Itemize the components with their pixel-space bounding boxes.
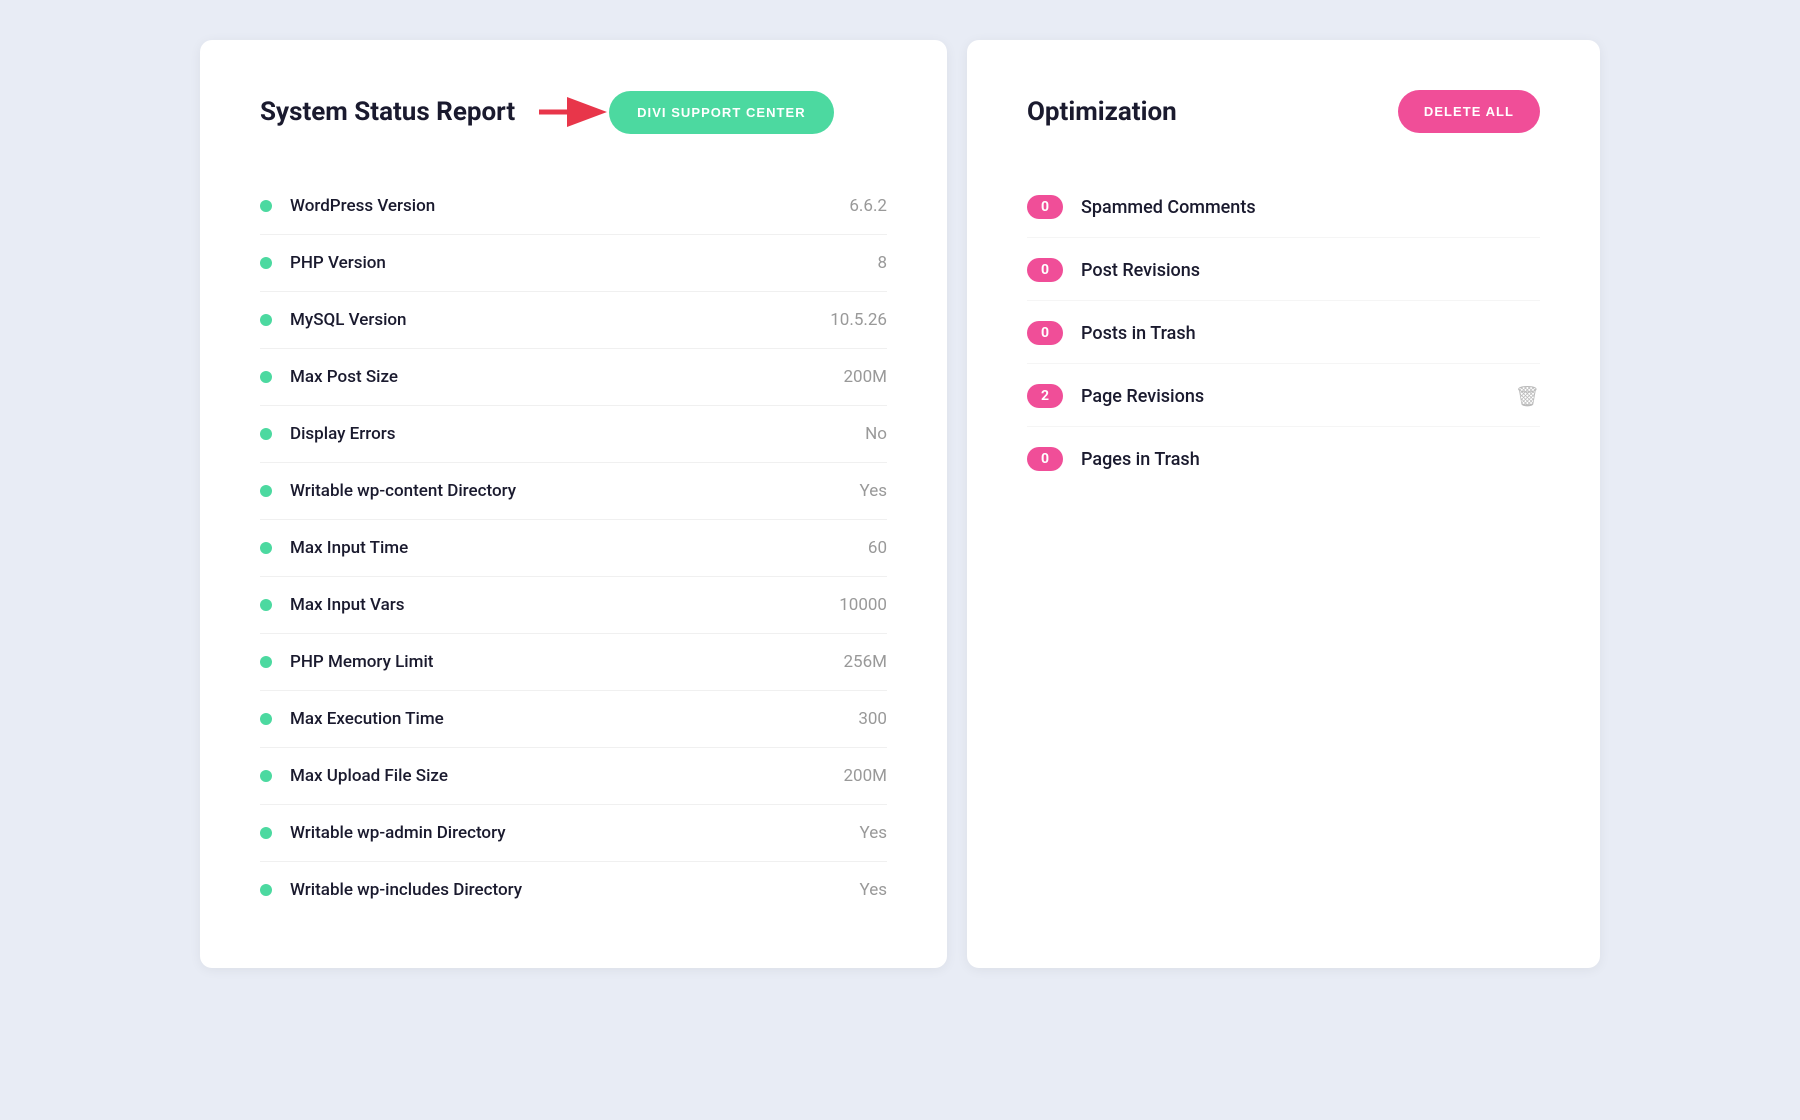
status-dot [260,713,272,725]
system-item-value: 256M [843,652,887,672]
system-item-label: Max Post Size [290,367,398,387]
system-item-value: Yes [860,823,887,843]
list-left: Max Execution Time [260,709,444,729]
status-dot [260,485,272,497]
status-dot [260,827,272,839]
system-list-item: Max Upload File Size 200M [260,748,887,805]
list-left: PHP Memory Limit [260,652,433,672]
opt-item-label: Post Revisions [1081,260,1540,281]
status-dot [260,542,272,554]
status-dot [260,428,272,440]
system-status-list: WordPress Version 6.6.2 PHP Version 8 My… [260,178,887,918]
list-left: Writable wp-includes Directory [260,880,522,900]
system-list-item: Max Input Vars 10000 [260,577,887,634]
system-list-item: PHP Memory Limit 256M [260,634,887,691]
trash-icon[interactable]: 🗑 [1515,384,1540,408]
status-dot [260,656,272,668]
status-dot [260,314,272,326]
list-left: MySQL Version [260,310,407,330]
opt-list-item: 0 Posts in Trash [1027,303,1540,364]
opt-list-item: 0 Spammed Comments [1027,177,1540,238]
system-item-label: WordPress Version [290,196,435,216]
list-left: Writable wp-admin Directory [260,823,506,843]
system-list-item: WordPress Version 6.6.2 [260,178,887,235]
list-left: Max Input Time [260,538,408,558]
system-list-item: Max Input Time 60 [260,520,887,577]
system-list-item: Writable wp-admin Directory Yes [260,805,887,862]
system-item-value: Yes [860,481,887,501]
system-list-item: Max Execution Time 300 [260,691,887,748]
list-left: WordPress Version [260,196,435,216]
opt-item-label: Page Revisions [1081,386,1497,407]
system-item-label: PHP Version [290,253,386,273]
optimization-list: 0 Spammed Comments 0 Post Revisions 0 Po… [1027,177,1540,489]
system-item-label: Display Errors [290,424,395,444]
list-left: PHP Version [260,253,386,273]
arrow-icon [539,90,609,134]
left-header: System Status Report DIVI SUPPORT CENTER [260,90,887,134]
list-left: Max Post Size [260,367,398,387]
opt-count-badge: 0 [1027,321,1063,345]
status-dot [260,770,272,782]
opt-list-item: 2 Page Revisions 🗑 [1027,366,1540,427]
system-item-value: 60 [868,538,887,558]
opt-count-badge: 2 [1027,384,1063,408]
list-left: Max Upload File Size [260,766,448,786]
system-item-value: 200M [843,766,887,786]
page-wrapper: System Status Report DIVI SUPPORT CENTER [200,40,1600,968]
opt-item-label: Posts in Trash [1081,323,1540,344]
optimization-card: Optimization DELETE ALL 0 Spammed Commen… [967,40,1600,968]
system-item-label: Writable wp-includes Directory [290,880,522,900]
system-item-value: 10000 [839,595,887,615]
status-dot [260,200,272,212]
list-left: Display Errors [260,424,395,444]
status-dot [260,599,272,611]
system-item-label: PHP Memory Limit [290,652,433,672]
opt-list-item: 0 Pages in Trash [1027,429,1540,489]
status-dot [260,371,272,383]
support-center-wrapper: DIVI SUPPORT CENTER [539,90,834,134]
opt-item-label: Pages in Trash [1081,449,1540,470]
list-left: Writable wp-content Directory [260,481,516,501]
system-status-title: System Status Report [260,97,515,127]
opt-list-item: 0 Post Revisions [1027,240,1540,301]
system-item-label: Max Input Time [290,538,408,558]
system-list-item: PHP Version 8 [260,235,887,292]
system-list-item: Writable wp-includes Directory Yes [260,862,887,918]
system-list-item: Display Errors No [260,406,887,463]
delete-all-button[interactable]: DELETE ALL [1398,90,1540,133]
status-dot [260,257,272,269]
opt-count-badge: 0 [1027,447,1063,471]
list-left: Max Input Vars [260,595,405,615]
optimization-title: Optimization [1027,97,1177,127]
system-item-value: 10.5.26 [830,310,887,330]
system-item-label: Max Input Vars [290,595,405,615]
system-item-label: Max Execution Time [290,709,444,729]
system-item-label: Max Upload File Size [290,766,448,786]
opt-count-badge: 0 [1027,258,1063,282]
optimization-header: Optimization DELETE ALL [1027,90,1540,133]
opt-item-label: Spammed Comments [1081,197,1540,218]
system-item-value: Yes [860,880,887,900]
system-item-value: 6.6.2 [849,196,887,216]
system-item-value: 8 [877,253,887,273]
system-item-label: Writable wp-admin Directory [290,823,506,843]
system-item-value: No [865,424,887,444]
opt-count-badge: 0 [1027,195,1063,219]
system-status-card: System Status Report DIVI SUPPORT CENTER [200,40,947,968]
system-item-label: Writable wp-content Directory [290,481,516,501]
system-item-label: MySQL Version [290,310,407,330]
system-list-item: Writable wp-content Directory Yes [260,463,887,520]
system-item-value: 200M [843,367,887,387]
support-center-button[interactable]: DIVI SUPPORT CENTER [609,91,834,134]
system-list-item: MySQL Version 10.5.26 [260,292,887,349]
system-item-value: 300 [858,709,887,729]
system-list-item: Max Post Size 200M [260,349,887,406]
status-dot [260,884,272,896]
